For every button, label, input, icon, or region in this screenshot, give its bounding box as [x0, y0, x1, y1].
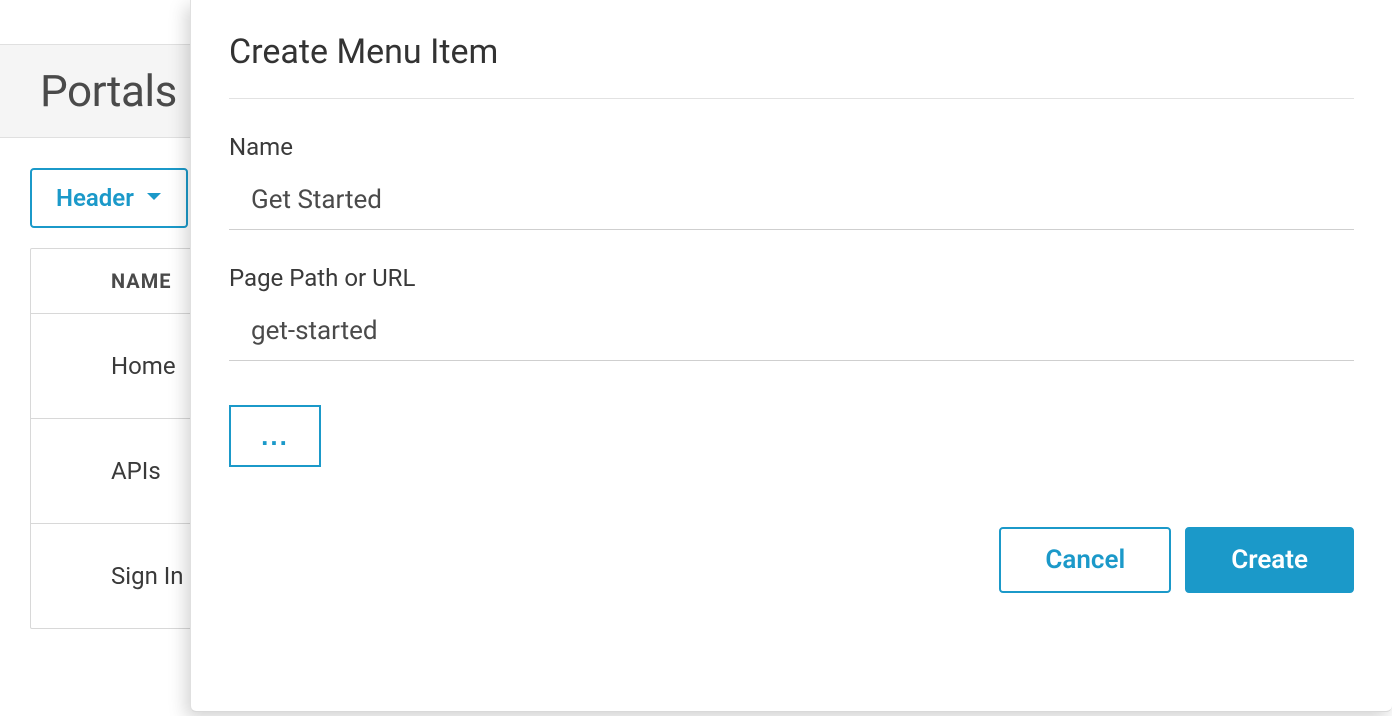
- path-label: Page Path or URL: [229, 264, 1354, 292]
- name-label: Name: [229, 133, 1354, 161]
- name-input[interactable]: [229, 179, 1354, 230]
- form-group-path: Page Path or URL: [229, 264, 1354, 361]
- form-group-name: Name: [229, 133, 1354, 230]
- modal-footer: Cancel Create: [191, 527, 1392, 593]
- path-input[interactable]: [229, 310, 1354, 361]
- create-button[interactable]: Create: [1185, 527, 1354, 593]
- header-dropdown-label: Header: [56, 184, 134, 212]
- caret-down-icon: [146, 190, 162, 206]
- header-dropdown[interactable]: Header: [30, 168, 188, 228]
- more-options-button[interactable]: ...: [229, 405, 321, 467]
- create-menu-item-modal: Create Menu Item Name Page Path or URL .…: [190, 0, 1392, 712]
- row-name: Home: [111, 352, 176, 380]
- row-name: Sign In: [111, 562, 184, 590]
- divider: [229, 98, 1354, 99]
- row-name: APIs: [111, 457, 161, 485]
- modal-title: Create Menu Item: [229, 32, 1354, 98]
- ellipsis-icon: ...: [261, 421, 289, 452]
- cancel-button[interactable]: Cancel: [999, 527, 1171, 593]
